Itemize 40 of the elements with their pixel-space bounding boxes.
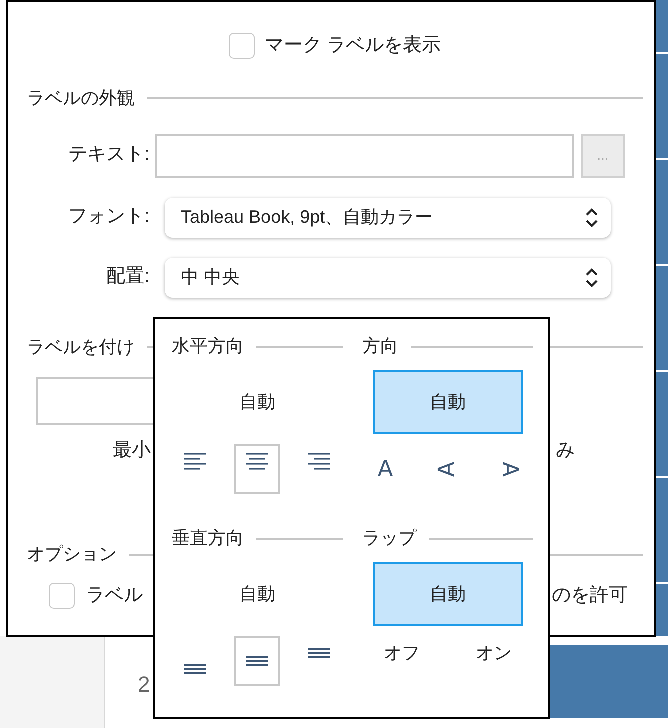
align-lines-icon (184, 451, 206, 471)
wrap-option[interactable]: オン (468, 636, 520, 671)
axis-label: 2 (138, 671, 150, 699)
chevron-icon (585, 266, 599, 288)
section-title: オプション (27, 543, 117, 566)
section-title: 水平方向 (172, 335, 244, 358)
section-title: ラベルを付け (27, 336, 135, 358)
alignment-dropdown[interactable]: 中 中央 (165, 258, 611, 298)
text-direction-option[interactable]: A (486, 444, 534, 494)
wrap-option[interactable]: オフ (376, 636, 428, 671)
section-title: 垂直方向 (172, 527, 244, 550)
field-label: テキスト: (68, 143, 150, 168)
stacked-lines-icon (246, 656, 268, 666)
checkbox-label: のを許可 (552, 584, 628, 608)
align-lines-icon (308, 451, 330, 471)
text-direction-option[interactable]: A (362, 444, 409, 494)
checkbox-label: マーク ラベルを表示 (264, 34, 442, 58)
slider-caption: 最小 (113, 438, 151, 462)
alignment-option[interactable] (234, 636, 280, 686)
field-label: 配置: (106, 265, 150, 290)
text-field[interactable] (155, 134, 574, 178)
checkbox[interactable] (228, 33, 255, 60)
checkbox[interactable] (49, 583, 75, 610)
auto-button[interactable]: 自動 (372, 562, 523, 626)
stacked-lines-icon (184, 664, 206, 674)
section-title: ラベルの外観 (27, 86, 135, 110)
auto-button[interactable]: 自動 (182, 562, 332, 626)
font-dropdown[interactable]: Tableau Book, 9pt、自動カラー (165, 198, 611, 238)
section-title: ラップ (362, 527, 416, 550)
section-title: 方向 (362, 335, 398, 358)
auto-button[interactable]: 自動 (372, 370, 523, 434)
chevron-icon (585, 206, 599, 228)
field-label: フォント: (68, 205, 150, 230)
slider-caption: み (556, 438, 575, 462)
text-direction-option[interactable]: A (424, 444, 471, 494)
checkbox-label: ラベル (86, 584, 143, 608)
alignment-option[interactable] (234, 444, 280, 494)
auto-button[interactable]: 自動 (182, 370, 332, 434)
stacked-lines-icon (308, 648, 330, 658)
align-lines-icon (246, 451, 268, 471)
